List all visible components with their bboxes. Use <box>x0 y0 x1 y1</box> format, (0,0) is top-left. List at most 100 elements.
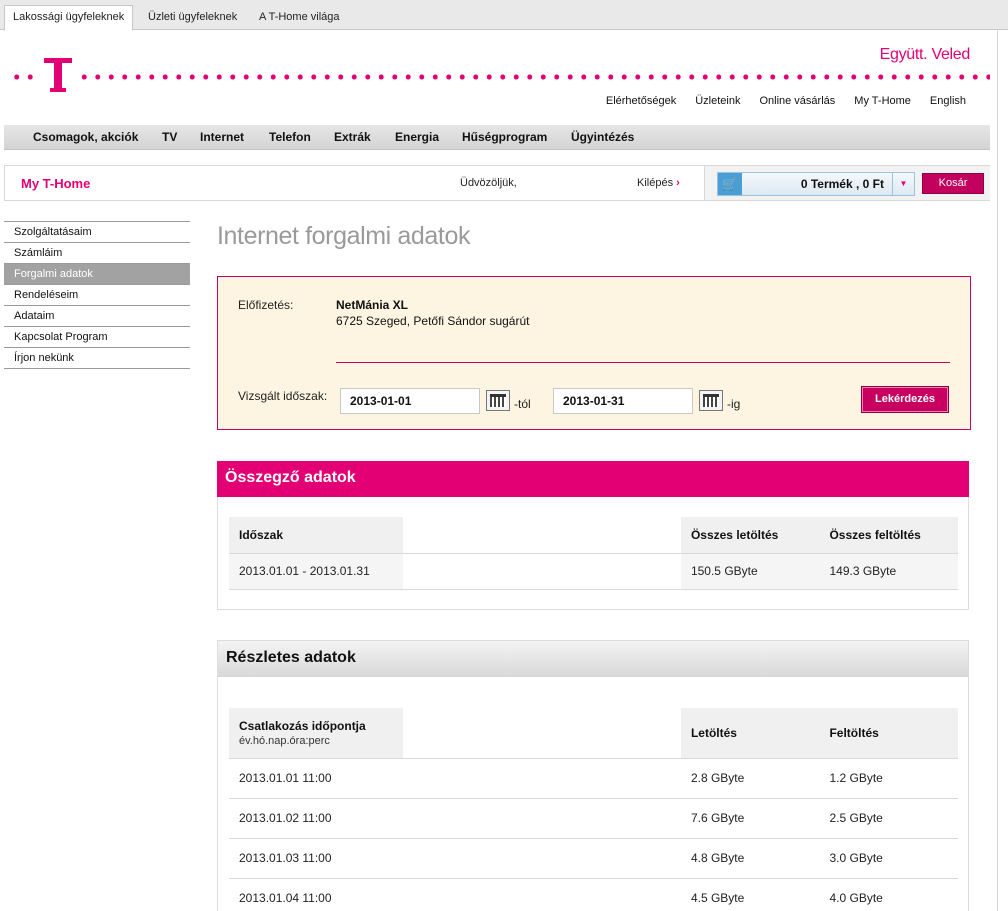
plan-name: NetMánia XL <box>336 298 409 312</box>
cart-button[interactable]: Kosár <box>922 173 984 194</box>
table-header-row: Csatlakozás időpontja év.hó.nap.óra:perc… <box>229 708 958 759</box>
column-header-total-upload: Összes feltöltés <box>819 517 958 554</box>
cell-download: 4.5 GByte <box>680 878 820 911</box>
connection-time-format: év.hó.nap.óra:perc <box>239 734 330 747</box>
nav-administration[interactable]: Ügyintézés <box>571 130 634 144</box>
cell-spacer <box>402 553 681 590</box>
util-link-shops[interactable]: Üzleteink <box>695 95 740 107</box>
summary-title: Összegző adatok <box>217 461 969 497</box>
welcome-text: Üdvözöljük, <box>460 177 517 189</box>
cell-spacer <box>402 798 681 839</box>
slogan: Együtt. Veled <box>879 46 971 63</box>
date-from-suffix: -tól <box>514 397 531 411</box>
query-filter-box: Előfizetés: NetMánia XL 6725 Szeged, Pet… <box>217 276 971 430</box>
connection-time-label: Csatlakozás időpontja <box>239 718 366 733</box>
table-row: 2013.01.03 11:00 4.8 GByte 3.0 GByte <box>229 838 958 879</box>
cell-upload: 3.0 GByte <box>819 838 958 879</box>
details-table: Csatlakozás időpontja év.hó.nap.óra:perc… <box>229 708 958 911</box>
page-title: Internet forgalmi adatok <box>217 222 471 250</box>
details-panel: Részletes adatok Csatlakozás időpontja é… <box>217 640 969 911</box>
sidebar-item-invoices[interactable]: Számláim <box>4 243 190 264</box>
summary-panel: Összegző adatok Időszak Összes letöltés … <box>217 461 969 610</box>
nav-loyalty[interactable]: Hűségprogram <box>462 130 547 144</box>
util-link-online-shop[interactable]: Online vásárlás <box>759 95 835 107</box>
query-button[interactable]: Lekérdezés <box>861 386 949 413</box>
date-to-input[interactable] <box>553 388 693 414</box>
sidebar: Szolgáltatásaim Számláim Forgalmi adatok… <box>4 221 190 369</box>
cell-upload: 2.5 GByte <box>819 798 958 839</box>
table-row: 2013.01.04 11:00 4.5 GByte 4.0 GByte <box>229 878 958 911</box>
table-row: 2013.01.02 11:00 7.6 GByte 2.5 GByte <box>229 798 958 839</box>
period-label: Vizsgált időszak: <box>238 389 328 403</box>
cart-summary[interactable]: 🛒 0 Termék , 0 Ft ▼ <box>717 172 915 196</box>
subscription-label: Előfizetés: <box>238 298 294 312</box>
cart-area: 🛒 0 Termék , 0 Ft ▼ Kosár <box>704 166 990 200</box>
t-logo-icon[interactable] <box>44 58 72 92</box>
nav-packages[interactable]: Csomagok, akciók <box>33 130 138 144</box>
cell-connection-time: 2013.01.03 11:00 <box>229 838 403 879</box>
chevron-down-icon[interactable]: ▼ <box>892 173 914 195</box>
calendar-icon[interactable] <box>699 390 723 411</box>
cell-connection-time: 2013.01.01 11:00 <box>229 758 403 799</box>
tab-thome-world[interactable]: A T-Home világa <box>251 6 348 30</box>
util-link-english[interactable]: English <box>930 95 966 107</box>
column-header-total-download: Összes letöltés <box>680 517 820 554</box>
cell-download: 7.6 GByte <box>680 798 820 839</box>
sidebar-item-orders[interactable]: Rendeléseim <box>4 285 190 306</box>
column-header-connection-time: Csatlakozás időpontja év.hó.nap.óra:perc <box>229 708 403 759</box>
util-link-contacts[interactable]: Elérhetőségek <box>606 95 676 107</box>
tab-business[interactable]: Üzleti ügyfeleknek <box>140 6 245 30</box>
cell-download: 2.8 GByte <box>680 758 820 799</box>
column-spacer <box>402 517 681 554</box>
sidebar-item-contact-program[interactable]: Kapcsolat Program <box>4 327 190 348</box>
cell-total-download: 150.5 GByte <box>680 553 820 590</box>
summary-table: Időszak Összes letöltés Összes feltöltés… <box>229 517 958 590</box>
nav-internet[interactable]: Internet <box>200 130 244 144</box>
column-spacer <box>402 708 681 759</box>
cell-connection-time: 2013.01.04 11:00 <box>229 878 403 911</box>
divider <box>336 362 950 363</box>
brand-dotline <box>10 74 990 80</box>
date-to-suffix: -ig <box>727 397 741 411</box>
my-thome-bar: My T-Home Üdvözöljük, Kilépés › 🛒 0 Termé… <box>4 165 990 201</box>
date-from-input[interactable] <box>340 388 480 414</box>
table-row: 2013.01.01 11:00 2.8 GByte 1.2 GByte <box>229 758 958 799</box>
utility-nav: Elérhetőségek Üzleteink Online vásárlás … <box>606 95 966 107</box>
util-link-my-thome[interactable]: My T-Home <box>854 95 911 107</box>
chevron-right-icon: › <box>676 177 680 189</box>
column-header-period: Időszak <box>229 517 403 554</box>
logout-link[interactable]: Kilépés › <box>637 177 680 189</box>
column-header-download: Letöltés <box>680 708 820 759</box>
nav-energy[interactable]: Energia <box>395 130 439 144</box>
tab-residential[interactable]: Lakossági ügyfeleknek <box>4 5 134 31</box>
column-header-upload: Feltöltés <box>819 708 958 759</box>
nav-phone[interactable]: Telefon <box>269 130 311 144</box>
details-title: Részletes adatok <box>218 641 968 677</box>
main-nav: Csomagok, akciók TV Internet Telefon Ext… <box>4 125 990 150</box>
cell-upload: 4.0 GByte <box>819 878 958 911</box>
cell-connection-time: 2013.01.02 11:00 <box>229 798 403 839</box>
cell-spacer <box>402 878 681 911</box>
frame-border <box>997 30 998 911</box>
subscription-address: 6725 Szeged, Petőfi Sándor sugárút <box>336 314 530 328</box>
cell-download: 4.8 GByte <box>680 838 820 879</box>
segment-tab-bar: Lakossági ügyfeleknek Üzleti ügyfeleknek… <box>0 0 1008 31</box>
cell-spacer <box>402 758 681 799</box>
cell-period: 2013.01.01 - 2013.01.31 <box>229 553 403 590</box>
table-header-row: Időszak Összes letöltés Összes feltöltés <box>229 517 958 554</box>
table-row: 2013.01.01 - 2013.01.31 150.5 GByte 149.… <box>229 553 958 590</box>
cell-total-upload: 149.3 GByte <box>819 553 958 590</box>
logout-label: Kilépés <box>637 177 674 189</box>
cell-upload: 1.2 GByte <box>819 758 958 799</box>
shopping-cart-icon: 🛒 <box>718 173 742 195</box>
sidebar-item-my-data[interactable]: Adataim <box>4 306 190 327</box>
calendar-icon[interactable] <box>486 390 510 411</box>
sidebar-item-traffic-data[interactable]: Forgalmi adatok <box>4 264 190 285</box>
cell-spacer <box>402 838 681 879</box>
my-thome-title[interactable]: My T-Home <box>21 176 90 191</box>
sidebar-item-services[interactable]: Szolgáltatásaim <box>4 222 190 243</box>
nav-extras[interactable]: Extrák <box>334 130 371 144</box>
sidebar-item-write-us[interactable]: Írjon nekünk <box>4 348 190 369</box>
cart-text: 0 Termék , 0 Ft <box>800 177 884 191</box>
nav-tv[interactable]: TV <box>162 130 177 144</box>
